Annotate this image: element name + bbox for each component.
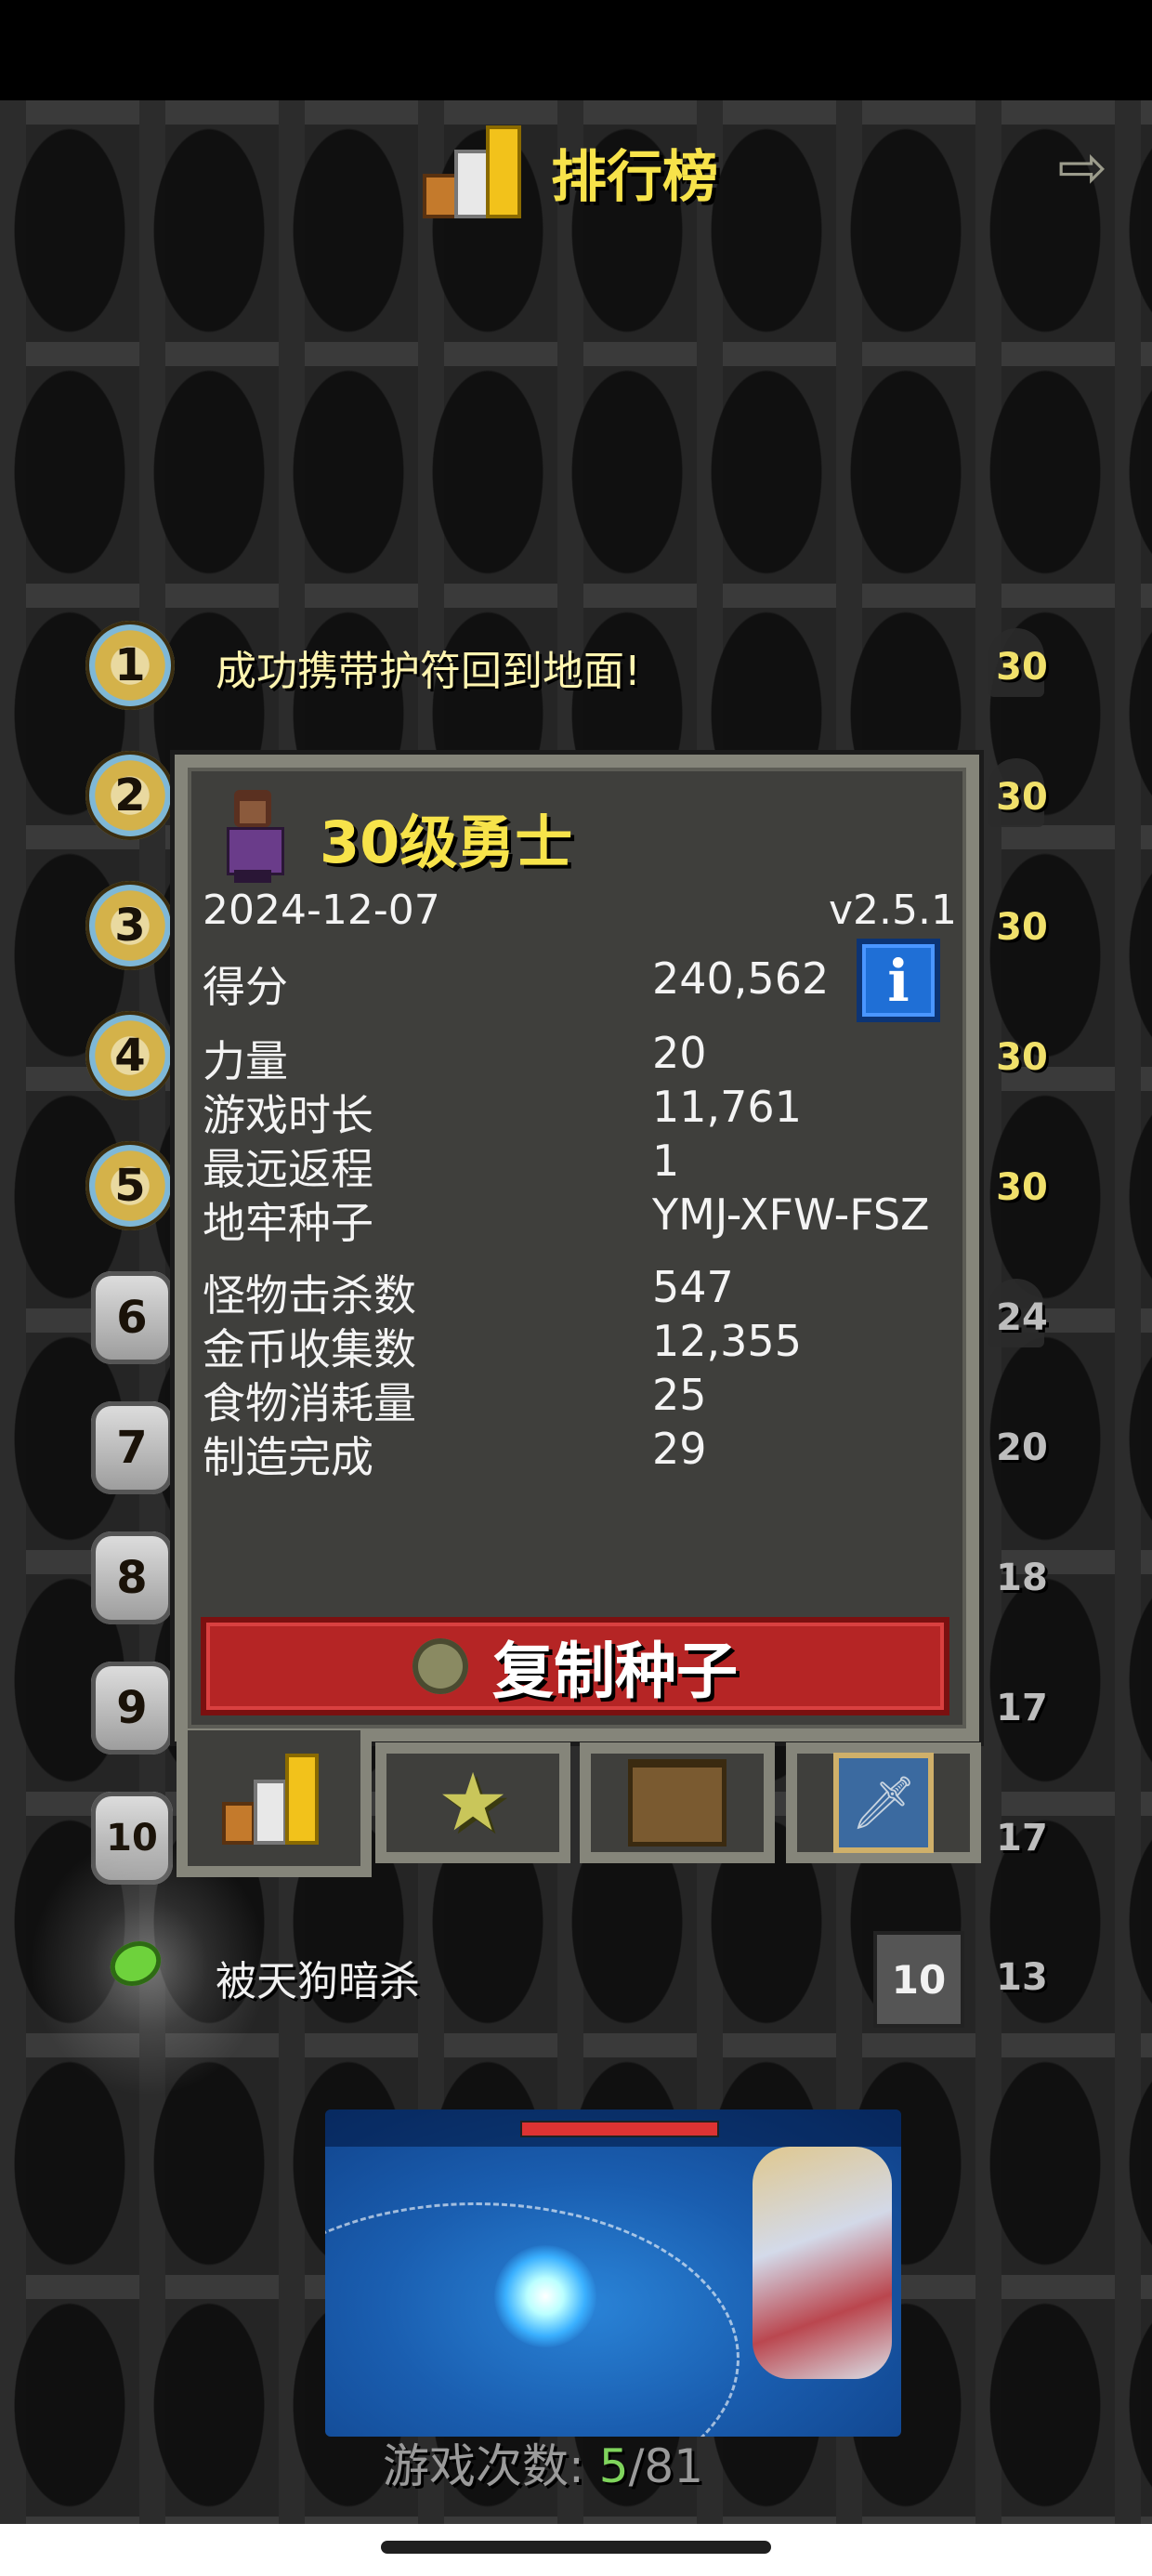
rank-badge: 5 (85, 1141, 175, 1230)
stat-value: 1 (652, 1136, 680, 1186)
dungeon-seed-value: YMJ-XFW-FSZ (652, 1189, 930, 1240)
rank-badge: 2 (85, 751, 175, 840)
rank-badge: 3 (85, 881, 175, 970)
stat-label: 金币收集数 (203, 1324, 416, 1374)
chest-icon (628, 1759, 727, 1847)
hero-avatar (217, 790, 286, 883)
copy-seed-button[interactable]: 复制种子 (201, 1617, 949, 1715)
leaderboard-row[interactable]: 被天狗暗杀 10 13 (0, 1924, 1152, 2028)
stat-label: 地牢种子 (203, 1198, 373, 1248)
page-title: 排行榜 (551, 144, 718, 210)
games-played-counter: 游戏次数: 5/81 (383, 2439, 704, 2493)
tab-rankings[interactable] (177, 1730, 372, 1877)
stat-value: 29 (652, 1424, 707, 1474)
leaderboard-icon (222, 1752, 326, 1845)
game-version: v2.5.1 (829, 887, 957, 934)
ad-ship-sprite (753, 2147, 892, 2379)
rank-badge: 8 (91, 1531, 173, 1624)
copy-seed-label: 复制种子 (492, 1636, 738, 1707)
row-description: 被天狗暗杀 (216, 1958, 420, 2005)
tab-items[interactable] (580, 1742, 775, 1863)
row-level: 30 (996, 646, 1048, 689)
page-header: 排行榜 (423, 121, 718, 223)
row-level: 30 (996, 1036, 1048, 1079)
row-level: 17 (996, 1687, 1048, 1729)
home-indicator[interactable] (381, 2541, 771, 2554)
seed-icon (412, 1638, 468, 1694)
info-button[interactable]: i (857, 939, 940, 1022)
stat-value: 12,355 (652, 1316, 802, 1366)
rank-badge: 4 (85, 1011, 175, 1100)
star-icon: ★ (437, 1756, 509, 1849)
row-level: 17 (996, 1817, 1048, 1860)
run-date: 2024-12-07 (203, 887, 440, 934)
rank-badge: 1 (85, 621, 175, 710)
stat-value: 11,761 (652, 1082, 802, 1132)
stat-label: 怪物击杀数 (203, 1270, 416, 1321)
rank-badge: 7 (91, 1401, 173, 1494)
journal-icon: 🗡 (833, 1753, 934, 1853)
stat-value: 547 (652, 1262, 734, 1312)
stat-value: 240,562 (652, 953, 830, 1004)
tab-journal[interactable]: 🗡 (786, 1742, 981, 1863)
rank-badge: 9 (91, 1662, 173, 1755)
stat-label: 游戏时长 (203, 1090, 373, 1140)
hero-title: 30级勇士 (320, 808, 573, 876)
ad-hp-bar (520, 2121, 719, 2137)
row-level: 24 (996, 1296, 1048, 1339)
leaderboard-row[interactable]: 1 成功携带护符回到地面! 30 (0, 613, 1152, 716)
ad-banner[interactable] (325, 2109, 901, 2437)
stat-value: 20 (652, 1028, 707, 1078)
row-level: 13 (996, 1956, 1048, 1999)
leaderboard-icon (423, 125, 525, 218)
depth-indicator: 10 (873, 1931, 964, 2028)
stat-label: 最远返程 (203, 1144, 373, 1194)
row-level: 30 (996, 906, 1048, 949)
stat-label: 得分 (203, 962, 288, 1012)
row-level: 30 (996, 1166, 1048, 1209)
stat-value: 25 (652, 1370, 707, 1420)
stat-label: 力量 (203, 1036, 288, 1086)
row-description: 成功携带护符回到地面! (216, 648, 641, 695)
row-level: 18 (996, 1557, 1048, 1599)
tab-badges[interactable]: ★ (375, 1742, 570, 1863)
stat-label: 食物消耗量 (203, 1378, 416, 1428)
rank-badge: 6 (91, 1271, 173, 1364)
row-level: 30 (996, 776, 1048, 819)
ad-energy-orb (494, 2245, 596, 2347)
stat-label: 制造完成 (203, 1432, 373, 1482)
row-level: 20 (996, 1426, 1048, 1469)
exit-icon[interactable]: ⇨ (1045, 135, 1119, 202)
